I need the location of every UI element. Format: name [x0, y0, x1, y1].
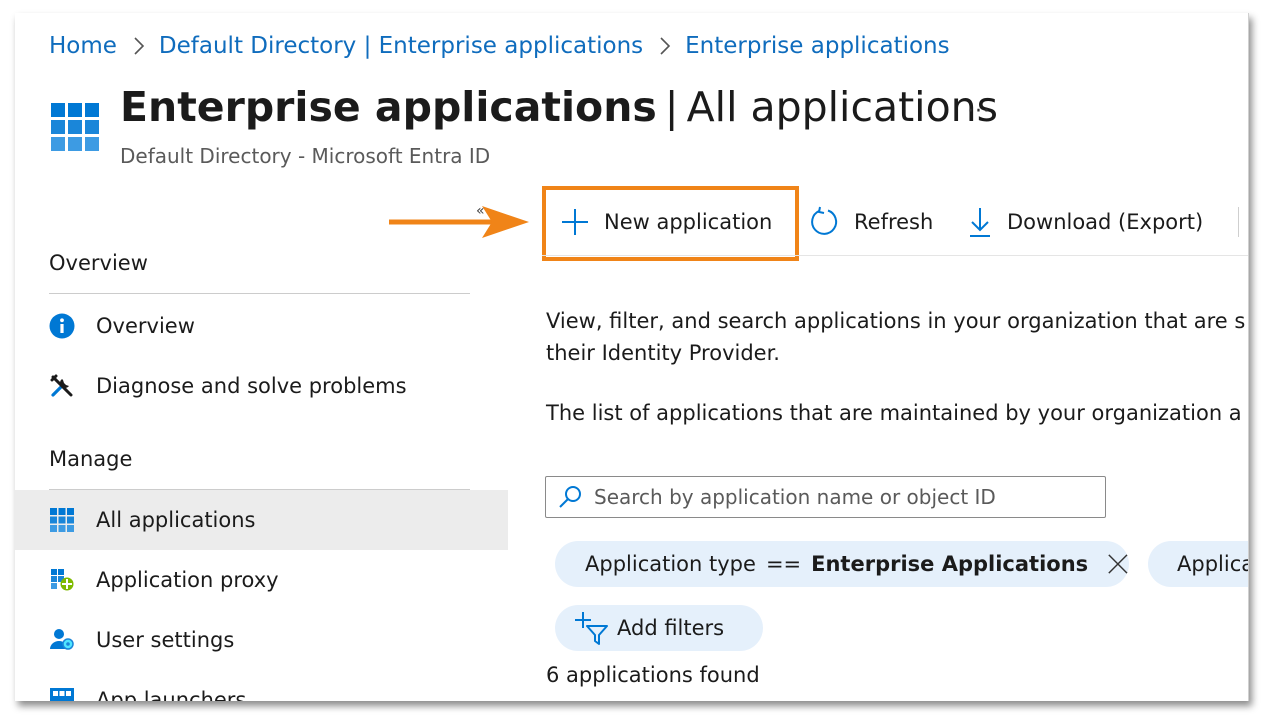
search-box[interactable] — [545, 476, 1106, 518]
toolbar-divider — [542, 255, 1249, 256]
description-line: View, filter, and search applications in… — [546, 309, 1246, 333]
chevron-right-icon — [654, 36, 676, 56]
breadcrumb-enterprise-applications[interactable]: Enterprise applications — [685, 33, 949, 59]
sidebar-item-diagnose[interactable]: Diagnose and solve problems — [15, 356, 508, 416]
plus-icon — [562, 209, 588, 235]
page-subtitle: Default Directory - Microsoft Entra ID — [120, 144, 491, 168]
result-count: 6 applications found — [546, 663, 760, 687]
sidebar-divider — [49, 293, 470, 294]
download-export-label: Download (Export) — [1007, 210, 1204, 234]
breadcrumb-home[interactable]: Home — [49, 33, 117, 59]
filter-field: Applica — [1177, 552, 1249, 576]
search-input[interactable] — [592, 484, 1096, 510]
filter-operator: == — [765, 552, 802, 576]
collapse-sidebar-icon[interactable]: « — [476, 203, 485, 219]
sidebar-item-all-applications[interactable]: All applications — [15, 490, 508, 550]
download-export-button[interactable]: Download (Export) — [967, 198, 1203, 246]
sidebar-item-label: Diagnose and solve problems — [96, 374, 407, 398]
user-settings-icon — [49, 627, 75, 653]
add-filters-label: Add filters — [617, 616, 725, 640]
refresh-label: Refresh — [854, 210, 934, 234]
sidebar-item-app-launchers[interactable]: App launchers — [15, 670, 508, 701]
sidebar-item-label: App launchers — [96, 688, 247, 701]
page-title-main: Enterprise applications — [120, 83, 657, 131]
refresh-icon — [811, 206, 838, 235]
grid-icon — [49, 507, 75, 533]
breadcrumb: Home Default Directory | Enterprise appl… — [49, 33, 950, 59]
toolbar-separator — [1238, 207, 1239, 237]
sidebar-item-label: All applications — [96, 508, 256, 532]
sidebar-item-application-proxy[interactable]: Application proxy — [15, 550, 508, 610]
refresh-button[interactable]: Refresh — [808, 198, 933, 246]
page-title: Enterprise applications | All applications — [120, 83, 998, 131]
callout-arrow-icon — [389, 206, 529, 238]
sidebar-item-user-settings[interactable]: User settings — [15, 610, 508, 670]
portal-window: Home Default Directory | Enterprise appl… — [15, 13, 1249, 701]
search-icon — [559, 486, 581, 508]
filter-pill-application-type[interactable]: Application type == Enterprise Applicati… — [555, 541, 1129, 587]
add-filter-icon — [575, 612, 608, 645]
sidebar-item-overview[interactable]: Overview — [15, 296, 508, 356]
filter-pill-second[interactable]: Applica — [1148, 541, 1249, 587]
page-title-separator: | — [664, 83, 679, 131]
new-application-label: New application — [604, 210, 773, 234]
more-options-icon[interactable]: ··· — [967, 99, 991, 124]
download-icon — [970, 208, 990, 237]
filter-value: Enterprise Applications — [811, 552, 1089, 576]
page-title-section: All applications — [686, 83, 999, 131]
app-launcher-icon — [49, 687, 75, 701]
info-icon — [49, 313, 75, 339]
enterprise-apps-grid-icon — [51, 103, 99, 155]
description-line: The list of applications that are mainta… — [546, 401, 1242, 425]
app-proxy-icon — [49, 567, 75, 593]
sidebar-item-label: Application proxy — [96, 568, 279, 592]
sidebar-heading-overview: Overview — [49, 251, 148, 275]
filter-field: Application type — [585, 552, 756, 576]
add-filters-button[interactable]: Add filters — [555, 605, 763, 651]
chevron-right-icon — [128, 36, 150, 56]
sidebar-item-label: User settings — [96, 628, 235, 652]
sidebar-heading-manage: Manage — [49, 447, 133, 471]
breadcrumb-default-directory[interactable]: Default Directory | Enterprise applicati… — [159, 33, 643, 59]
new-application-button[interactable]: New application — [560, 198, 772, 246]
close-icon[interactable] — [1107, 552, 1129, 576]
sidebar-item-label: Overview — [96, 314, 195, 338]
description-line: their Identity Provider. — [546, 341, 780, 365]
wrench-icon — [49, 373, 75, 399]
